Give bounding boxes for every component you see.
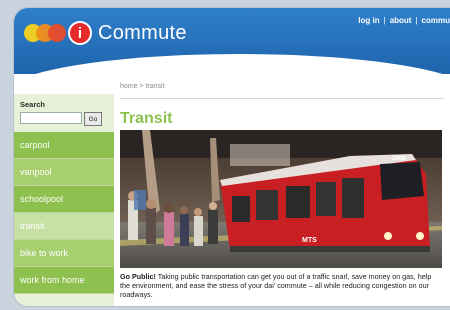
divider [120, 98, 444, 99]
trolley-train-image: MTS 3008 [120, 130, 442, 268]
info-icon: i [68, 21, 92, 45]
search-go-button[interactable]: Go [84, 112, 102, 126]
caption-text: Go Public! Taking public transportation … [120, 272, 442, 299]
login-link[interactable]: log in [358, 16, 379, 25]
commute-link[interactable]: commu [422, 16, 450, 25]
about-link[interactable]: about [390, 16, 412, 25]
top-nav: log in | about | commu [358, 16, 450, 25]
main-content: home > transit Transit MTS 3008 Go Publi… [120, 74, 450, 306]
site-header: i Commute log in | about | commu [14, 8, 450, 94]
logo-circle-red [48, 24, 66, 42]
sidebar-item-schoolpool[interactable]: schoolpool [14, 186, 114, 213]
search-input[interactable] [20, 112, 82, 124]
browser-page: i Commute log in | about | commu Search … [14, 8, 450, 306]
nav-separator: | [383, 16, 386, 25]
brand-name: Commute [98, 21, 187, 44]
caption-body: Taking public transportation can get you… [120, 272, 432, 299]
sidebar-item-vanpool[interactable]: vanpool [14, 159, 114, 186]
search-label: Search [20, 100, 46, 109]
page-title: Transit [120, 110, 173, 127]
sidebar-item-bike-to-work[interactable]: bike to work [14, 240, 114, 267]
breadcrumb: home > transit [120, 83, 165, 90]
nav-separator: | [415, 16, 418, 25]
sidebar-item-carpool[interactable]: carpool [14, 132, 114, 159]
sidebar-item-work-from-home[interactable]: work from home [14, 267, 114, 294]
site-logo[interactable]: i Commute [24, 18, 187, 48]
sidebar: Search Go carpool vanpool schoolpool tra… [14, 94, 114, 306]
transit-photo: MTS 3008 [120, 130, 442, 268]
caption-bold: Go Public! [120, 272, 156, 281]
sidebar-item-transit[interactable]: transit [14, 213, 114, 240]
train-number: 3008 [392, 156, 406, 162]
sidebar-menu: carpool vanpool schoolpool transit bike … [14, 132, 114, 294]
train-logo-mts: MTS [302, 237, 317, 244]
